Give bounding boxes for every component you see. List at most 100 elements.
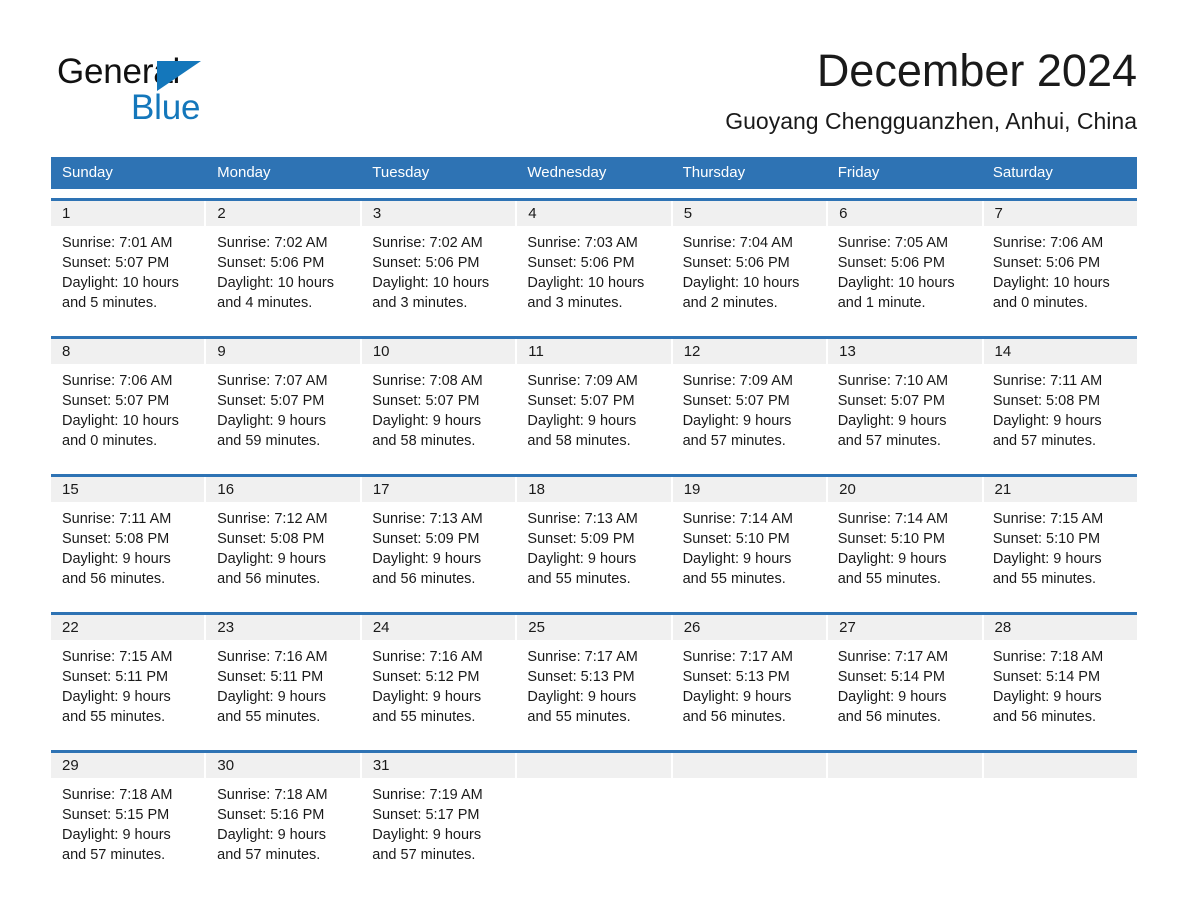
day-cell[interactable]: Sunrise: 7:15 AM Sunset: 5:10 PM Dayligh… <box>982 502 1137 603</box>
daylight-text-line2: and 55 minutes. <box>682 571 786 587</box>
day-number[interactable]: 24 <box>361 615 518 640</box>
sunrise-text: Sunrise: 7:17 AM <box>682 649 793 665</box>
day-cell[interactable]: Sunrise: 7:13 AM Sunset: 5:09 PM Dayligh… <box>516 502 671 603</box>
sunset-text: Sunset: 5:09 PM <box>372 531 480 547</box>
daylight-text-line1: Daylight: 10 hours <box>62 413 179 429</box>
day-number[interactable]: 13 <box>828 339 984 364</box>
day-number[interactable]: 10 <box>361 339 518 364</box>
day-cell[interactable]: Sunrise: 7:18 AM Sunset: 5:15 PM Dayligh… <box>51 778 206 879</box>
week-detail-row: Sunrise: 7:15 AM Sunset: 5:11 PM Dayligh… <box>51 640 1137 741</box>
day-number[interactable]: 20 <box>828 477 984 502</box>
day-number[interactable]: 23 <box>206 615 362 640</box>
day-cell[interactable]: Sunrise: 7:18 AM Sunset: 5:14 PM Dayligh… <box>982 640 1137 741</box>
daylight-text-line2: and 56 minutes. <box>217 571 321 587</box>
daylight-text-line1: Daylight: 9 hours <box>527 551 637 567</box>
day-cell[interactable]: Sunrise: 7:06 AM Sunset: 5:06 PM Dayligh… <box>982 226 1137 327</box>
day-number[interactable]: 6 <box>828 201 984 226</box>
general-blue-logo[interactable]: General Blue <box>57 52 317 138</box>
day-cell[interactable]: Sunrise: 7:07 AM Sunset: 5:07 PM Dayligh… <box>206 364 361 465</box>
weekday-header-friday: Friday <box>837 164 880 181</box>
day-number[interactable]: 15 <box>51 477 207 502</box>
day-number[interactable]: 26 <box>672 615 829 640</box>
daylight-text-line1: Daylight: 9 hours <box>62 551 171 567</box>
daylight-text-line2: and 0 minutes. <box>62 433 158 449</box>
day-cell[interactable]: Sunrise: 7:10 AM Sunset: 5:07 PM Dayligh… <box>827 364 982 465</box>
day-cell[interactable]: Sunrise: 7:19 AM Sunset: 5:17 PM Dayligh… <box>361 778 516 879</box>
daylight-text-line2: and 56 minutes. <box>682 709 786 725</box>
day-number[interactable]: 2 <box>206 201 362 226</box>
day-cell[interactable]: Sunrise: 7:12 AM Sunset: 5:08 PM Dayligh… <box>206 502 361 603</box>
day-cell[interactable]: Sunrise: 7:02 AM Sunset: 5:06 PM Dayligh… <box>206 226 361 327</box>
day-cell[interactable]: Sunrise: 7:14 AM Sunset: 5:10 PM Dayligh… <box>672 502 827 603</box>
sunrise-text: Sunrise: 7:11 AM <box>992 373 1103 389</box>
day-number[interactable]: 18 <box>517 477 673 502</box>
day-number[interactable]: 22 <box>51 615 207 640</box>
daylight-text-line2: and 57 minutes. <box>62 847 166 863</box>
logo-text-blue: Blue <box>131 88 201 127</box>
day-number[interactable]: 25 <box>517 615 673 640</box>
day-cell[interactable]: Sunrise: 7:02 AM Sunset: 5:06 PM Dayligh… <box>361 226 516 327</box>
day-cell[interactable]: Sunrise: 7:11 AM Sunset: 5:08 PM Dayligh… <box>51 502 206 603</box>
day-number[interactable]: 30 <box>206 753 362 778</box>
daylight-text-line2: and 59 minutes. <box>217 433 321 449</box>
sunrise-text: Sunrise: 7:13 AM <box>527 511 638 527</box>
day-cell[interactable]: Sunrise: 7:09 AM Sunset: 5:07 PM Dayligh… <box>516 364 671 465</box>
day-cell[interactable]: Sunrise: 7:05 AM Sunset: 5:06 PM Dayligh… <box>827 226 982 327</box>
day-number[interactable]: 28 <box>983 615 1137 640</box>
daylight-text-line1: Daylight: 9 hours <box>62 689 171 705</box>
day-cell[interactable]: Sunrise: 7:04 AM Sunset: 5:06 PM Dayligh… <box>672 226 827 327</box>
day-number[interactable]: 7 <box>983 201 1137 226</box>
day-cell[interactable]: Sunrise: 7:15 AM Sunset: 5:11 PM Dayligh… <box>51 640 206 741</box>
day-cell[interactable]: Sunrise: 7:08 AM Sunset: 5:07 PM Dayligh… <box>361 364 516 465</box>
day-cell[interactable]: Sunrise: 7:13 AM Sunset: 5:09 PM Dayligh… <box>361 502 516 603</box>
daylight-text-line2: and 55 minutes. <box>527 709 631 725</box>
day-cell[interactable]: Sunrise: 7:11 AM Sunset: 5:08 PM Dayligh… <box>982 364 1137 465</box>
day-number[interactable]: 31 <box>361 753 518 778</box>
day-cell[interactable]: Sunrise: 7:16 AM Sunset: 5:11 PM Dayligh… <box>206 640 361 741</box>
day-cell[interactable]: Sunrise: 7:01 AM Sunset: 5:07 PM Dayligh… <box>51 226 206 327</box>
daylight-text-line2: and 3 minutes. <box>527 295 623 311</box>
day-number[interactable]: 3 <box>361 201 518 226</box>
day-cell[interactable]: Sunrise: 7:17 AM Sunset: 5:14 PM Dayligh… <box>827 640 982 741</box>
daylight-text-line2: and 55 minutes. <box>372 709 476 725</box>
sunset-text: Sunset: 5:06 PM <box>682 255 790 271</box>
daylight-text-line2: and 56 minutes. <box>62 571 166 587</box>
day-cell[interactable]: Sunrise: 7:06 AM Sunset: 5:07 PM Dayligh… <box>51 364 206 465</box>
sunset-text: Sunset: 5:11 PM <box>217 669 324 685</box>
day-number[interactable]: 27 <box>828 615 984 640</box>
sunset-text: Sunset: 5:06 PM <box>217 255 325 271</box>
week-detail-row: Sunrise: 7:11 AM Sunset: 5:08 PM Dayligh… <box>51 502 1137 603</box>
day-number[interactable]: 29 <box>51 753 207 778</box>
daylight-text-line2: and 55 minutes. <box>837 571 941 587</box>
day-cell[interactable]: Sunrise: 7:17 AM Sunset: 5:13 PM Dayligh… <box>672 640 827 741</box>
sunrise-text: Sunrise: 7:05 AM <box>837 235 949 251</box>
daylight-text-line2: and 1 minute. <box>837 295 926 311</box>
sunrise-text: Sunrise: 7:16 AM <box>372 649 483 665</box>
week-row: 1 2 3 4 5 6 7 Sunrise: 7:01 AM Sunset: 5… <box>51 198 1137 327</box>
day-cell[interactable]: Sunrise: 7:03 AM Sunset: 5:06 PM Dayligh… <box>516 226 671 327</box>
day-cell[interactable]: Sunrise: 7:16 AM Sunset: 5:12 PM Dayligh… <box>361 640 516 741</box>
day-number[interactable]: 17 <box>361 477 518 502</box>
day-number[interactable]: 21 <box>983 477 1137 502</box>
day-number[interactable]: 5 <box>672 201 829 226</box>
sunrise-text: Sunrise: 7:04 AM <box>682 235 793 251</box>
daylight-text-line2: and 5 minutes. <box>62 295 158 311</box>
day-number[interactable]: 14 <box>983 339 1137 364</box>
day-number[interactable]: 11 <box>517 339 673 364</box>
day-cell[interactable]: Sunrise: 7:14 AM Sunset: 5:10 PM Dayligh… <box>827 502 982 603</box>
sunset-text: Sunset: 5:07 PM <box>527 393 635 409</box>
day-number[interactable]: 19 <box>672 477 829 502</box>
sunrise-text: Sunrise: 7:14 AM <box>837 511 949 527</box>
day-number[interactable]: 8 <box>51 339 207 364</box>
day-number[interactable]: 9 <box>206 339 362 364</box>
day-cell[interactable]: Sunrise: 7:17 AM Sunset: 5:13 PM Dayligh… <box>516 640 671 741</box>
day-number[interactable]: 4 <box>517 201 673 226</box>
day-number[interactable]: 1 <box>51 201 207 226</box>
day-number[interactable]: 16 <box>206 477 362 502</box>
day-number[interactable]: 12 <box>672 339 829 364</box>
sunset-text: Sunset: 5:07 PM <box>682 393 790 409</box>
day-cell[interactable]: Sunrise: 7:09 AM Sunset: 5:07 PM Dayligh… <box>672 364 827 465</box>
sunset-text: Sunset: 5:08 PM <box>992 393 1101 409</box>
day-cell[interactable]: Sunrise: 7:18 AM Sunset: 5:16 PM Dayligh… <box>206 778 361 879</box>
daylight-text-line1: Daylight: 9 hours <box>217 551 326 567</box>
